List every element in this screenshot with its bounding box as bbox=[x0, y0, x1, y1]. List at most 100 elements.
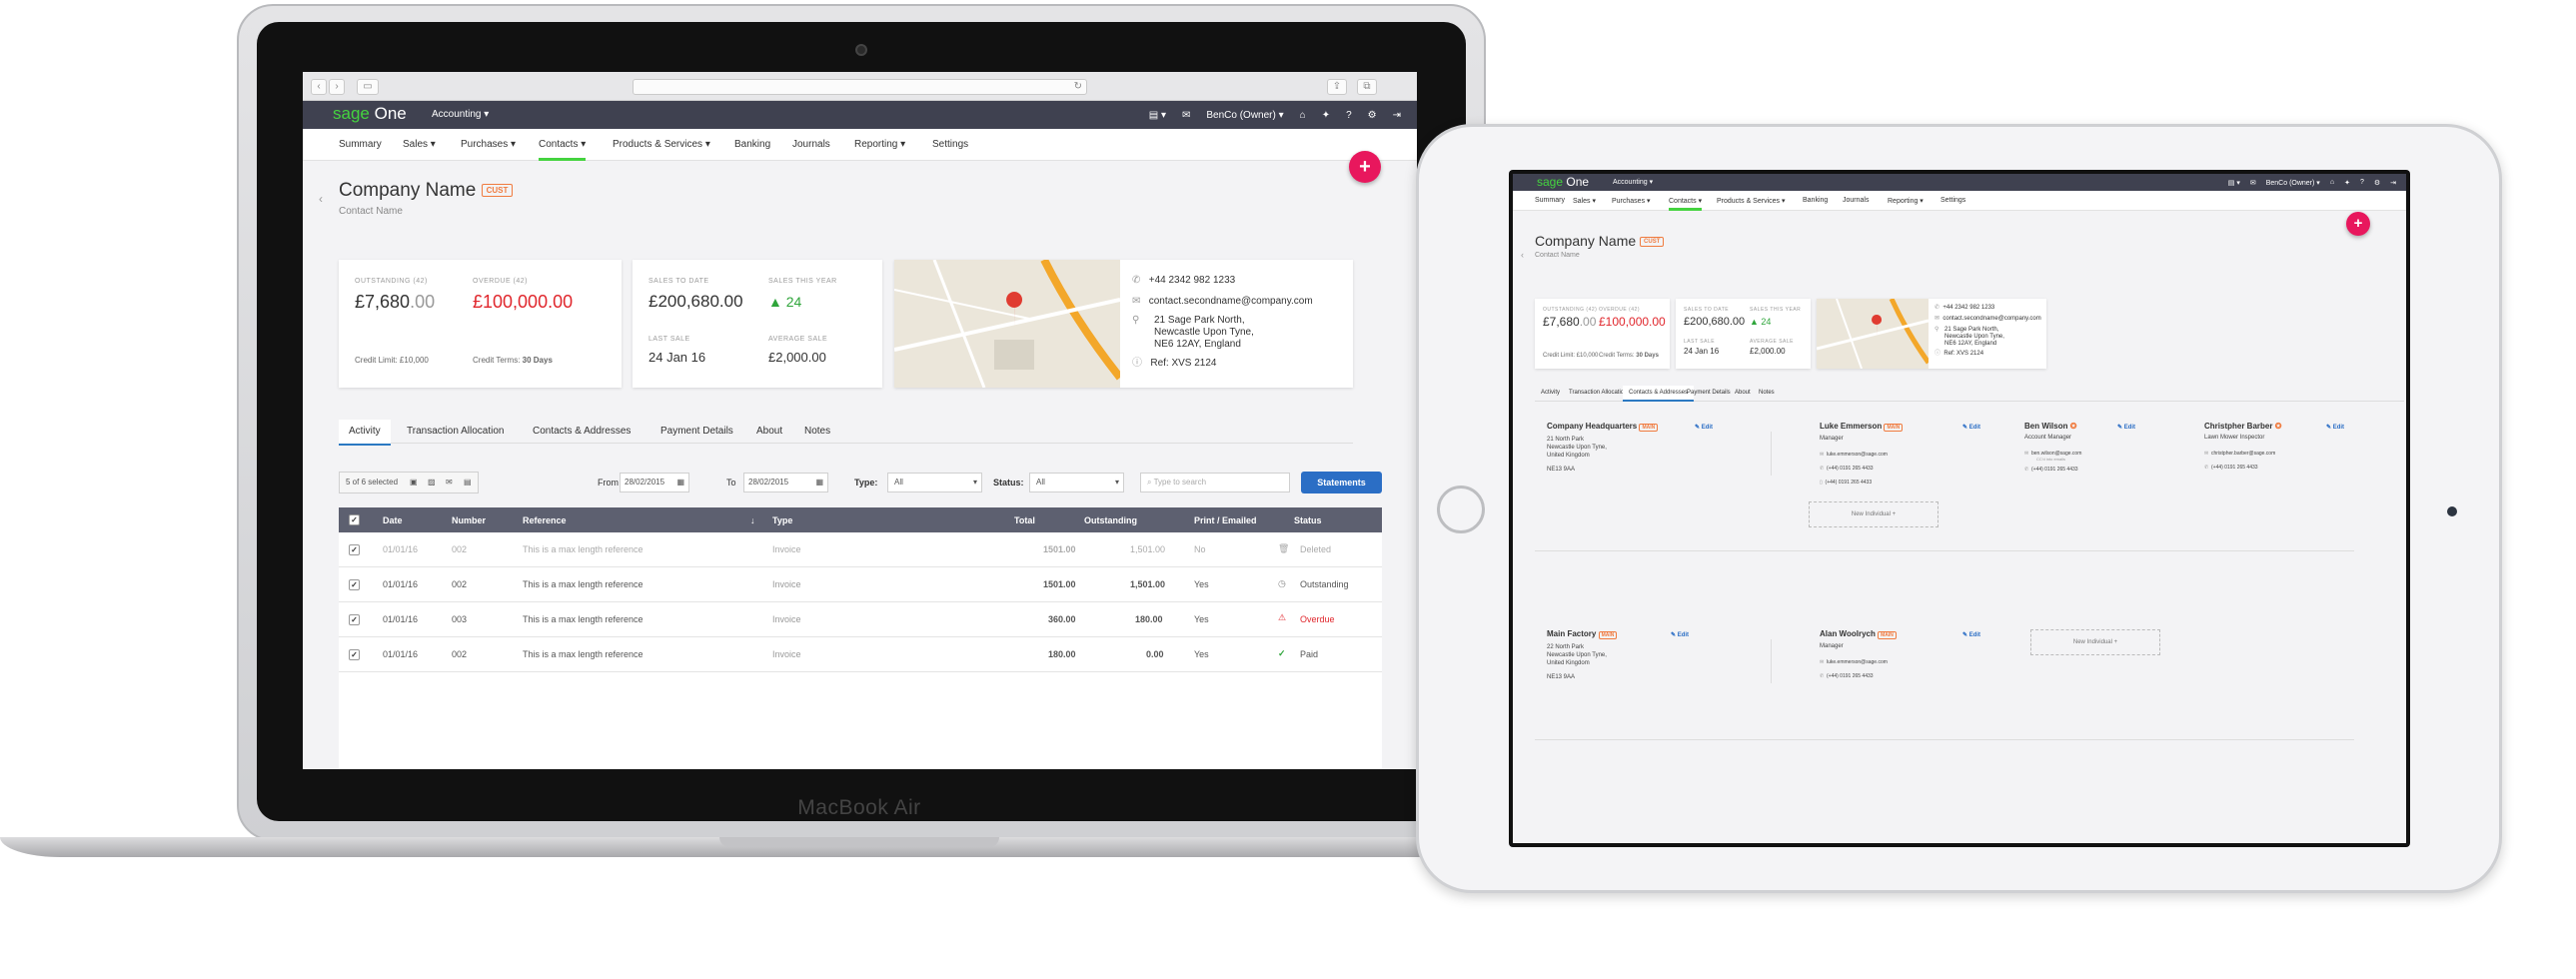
tab-activity[interactable]: Activity bbox=[1535, 390, 1566, 396]
edit-address-button[interactable]: ✎ Edit bbox=[1671, 631, 1689, 638]
email-row[interactable]: ✉ contact.secondname@company.com bbox=[1934, 314, 2041, 325]
nav-banking[interactable]: Banking bbox=[734, 139, 770, 150]
tab-notes[interactable]: Notes bbox=[1753, 390, 1781, 396]
nav-sales[interactable]: Sales ▾ bbox=[1573, 197, 1596, 205]
file-icon[interactable]: ▤ bbox=[464, 473, 472, 492]
logout-icon[interactable]: ⇥ bbox=[2390, 179, 2396, 187]
edit-person-button[interactable]: ✎ Edit bbox=[1962, 424, 1980, 431]
from-date-input[interactable]: 28/02/2015 ▦ bbox=[620, 473, 689, 492]
add-fab-button[interactable]: + bbox=[2346, 212, 2370, 236]
to-date-input[interactable]: 28/02/2015 ▦ bbox=[743, 473, 828, 492]
col-outstanding[interactable]: Outstanding bbox=[1084, 515, 1137, 525]
type-select[interactable]: All ▾ bbox=[887, 473, 982, 492]
select-all-checkbox[interactable]: ✓ bbox=[349, 514, 360, 525]
address-bar[interactable]: ↻ bbox=[633, 79, 1087, 95]
status-select[interactable]: All ▾ bbox=[1029, 473, 1124, 492]
home-icon[interactable]: ⌂ bbox=[2330, 179, 2334, 186]
nav-products[interactable]: Products & Services ▾ bbox=[1717, 197, 1786, 205]
image-icon[interactable]: ▨ bbox=[428, 473, 436, 492]
mail-icon[interactable]: ✉ bbox=[1182, 110, 1190, 121]
calendar-icon[interactable]: ▦ bbox=[815, 474, 823, 491]
home-icon[interactable]: ⌂ bbox=[1300, 110, 1306, 121]
new-individual-button[interactable]: New Individual + bbox=[1809, 501, 1938, 527]
nav-products[interactable]: Products & Services ▾ bbox=[613, 139, 710, 150]
tab-transaction-allocation[interactable]: Transaction Allocation bbox=[397, 426, 514, 437]
mail-icon[interactable]: ✉ bbox=[2250, 179, 2256, 187]
nav-summary[interactable]: Summary bbox=[1535, 197, 1565, 204]
reload-icon[interactable]: ↻ bbox=[1074, 80, 1082, 94]
nav-settings[interactable]: Settings bbox=[1940, 197, 1965, 204]
document-icon[interactable]: ▤ ▾ bbox=[1149, 110, 1166, 121]
add-fab-button[interactable]: + bbox=[1349, 151, 1381, 183]
nav-reporting[interactable]: Reporting ▾ bbox=[1888, 197, 1924, 205]
table-row[interactable]: ✓ 01/01/16 002 This is a max length refe… bbox=[339, 532, 1382, 567]
col-total[interactable]: Total bbox=[1014, 515, 1035, 525]
table-row[interactable]: ✓ 01/01/16 002 This is a max length refe… bbox=[339, 567, 1382, 602]
back-icon[interactable]: ‹ bbox=[311, 79, 327, 95]
tab-contacts-addresses[interactable]: Contacts & Addresses bbox=[523, 426, 641, 437]
location-map[interactable] bbox=[1817, 299, 1929, 369]
sidebar-icon[interactable]: ▭ bbox=[357, 79, 379, 95]
email-icon[interactable]: ✉ bbox=[446, 473, 453, 492]
nav-contacts[interactable]: Contacts ▾ bbox=[539, 139, 587, 161]
megaphone-icon[interactable]: ✦ bbox=[1322, 110, 1330, 121]
user-menu[interactable]: BenCo (Owner) ▾ bbox=[2266, 179, 2320, 187]
nav-summary[interactable]: Summary bbox=[339, 139, 382, 150]
nav-purchases[interactable]: Purchases ▾ bbox=[1612, 197, 1651, 205]
help-icon[interactable]: ? bbox=[1346, 110, 1352, 121]
tab-notes[interactable]: Notes bbox=[794, 426, 840, 437]
home-button[interactable] bbox=[1437, 486, 1485, 533]
new-individual-button[interactable]: New Individual + bbox=[2030, 629, 2160, 655]
nav-settings[interactable]: Settings bbox=[932, 139, 968, 150]
calendar-icon[interactable]: ▦ bbox=[676, 474, 684, 491]
row-checkbox[interactable]: ✓ bbox=[349, 649, 360, 660]
print-icon[interactable]: ▣ bbox=[410, 473, 418, 492]
nav-journals[interactable]: Journals bbox=[792, 139, 830, 150]
share-icon[interactable]: ⇪ bbox=[1327, 79, 1347, 95]
app-logo[interactable]: sage One bbox=[333, 104, 407, 124]
location-map[interactable] bbox=[894, 260, 1120, 388]
tabs-icon[interactable]: ⧉ bbox=[1357, 79, 1377, 95]
statements-button[interactable]: Statements bbox=[1301, 472, 1382, 493]
col-number[interactable]: Number bbox=[452, 515, 486, 525]
accounting-menu[interactable]: Accounting ▾ bbox=[432, 109, 489, 120]
tab-about[interactable]: About bbox=[746, 426, 792, 437]
table-row[interactable]: ✓ 01/01/16 002 This is a max length refe… bbox=[339, 637, 1382, 672]
row-checkbox[interactable]: ✓ bbox=[349, 544, 360, 555]
col-status[interactable]: Status bbox=[1294, 515, 1322, 525]
tab-activity[interactable]: Activity bbox=[339, 420, 391, 446]
col-type[interactable]: Type bbox=[772, 515, 792, 525]
nav-banking[interactable]: Banking bbox=[1803, 197, 1828, 204]
tab-payment-details[interactable]: Payment Details bbox=[650, 426, 743, 437]
nav-purchases[interactable]: Purchases ▾ bbox=[461, 139, 516, 150]
accounting-menu[interactable]: Accounting ▾ bbox=[1613, 178, 1653, 186]
sort-down-icon[interactable]: ↓ bbox=[750, 515, 755, 525]
search-input[interactable]: ⌕ Type to search bbox=[1140, 473, 1290, 492]
table-row[interactable]: ✓ 01/01/16 003 This is a max length refe… bbox=[339, 602, 1382, 637]
gear-icon[interactable]: ⚙ bbox=[2374, 179, 2380, 187]
edit-address-button[interactable]: ✎ Edit bbox=[1695, 424, 1713, 431]
logout-icon[interactable]: ⇥ bbox=[1393, 110, 1401, 121]
megaphone-icon[interactable]: ✦ bbox=[2344, 179, 2350, 187]
back-chevron-icon[interactable]: ‹ bbox=[1521, 250, 1524, 260]
row-checkbox[interactable]: ✓ bbox=[349, 579, 360, 590]
col-reference[interactable]: Reference bbox=[523, 515, 567, 525]
forward-icon[interactable]: › bbox=[329, 79, 345, 95]
row-checkbox[interactable]: ✓ bbox=[349, 614, 360, 625]
help-icon[interactable]: ? bbox=[2360, 179, 2364, 186]
nav-journals[interactable]: Journals bbox=[1843, 197, 1869, 204]
gear-icon[interactable]: ⚙ bbox=[1368, 110, 1377, 121]
email-row[interactable]: ✉ contact.secondname@company.com bbox=[1132, 291, 1313, 312]
edit-person-button[interactable]: ✎ Edit bbox=[1962, 631, 1980, 638]
user-menu[interactable]: BenCo (Owner) ▾ bbox=[1206, 110, 1283, 121]
nav-sales[interactable]: Sales ▾ bbox=[403, 139, 436, 150]
col-date[interactable]: Date bbox=[383, 515, 403, 525]
back-chevron-icon[interactable]: ‹ bbox=[319, 192, 323, 206]
app-logo[interactable]: sage One bbox=[1537, 175, 1589, 189]
nav-reporting[interactable]: Reporting ▾ bbox=[854, 139, 905, 150]
col-printed[interactable]: Print / Emailed bbox=[1194, 515, 1257, 525]
edit-person-button[interactable]: ✎ Edit bbox=[2326, 424, 2344, 431]
edit-person-button[interactable]: ✎ Edit bbox=[2117, 424, 2135, 431]
nav-contacts[interactable]: Contacts ▾ bbox=[1669, 197, 1703, 211]
document-icon[interactable]: ▤ ▾ bbox=[2228, 179, 2240, 187]
